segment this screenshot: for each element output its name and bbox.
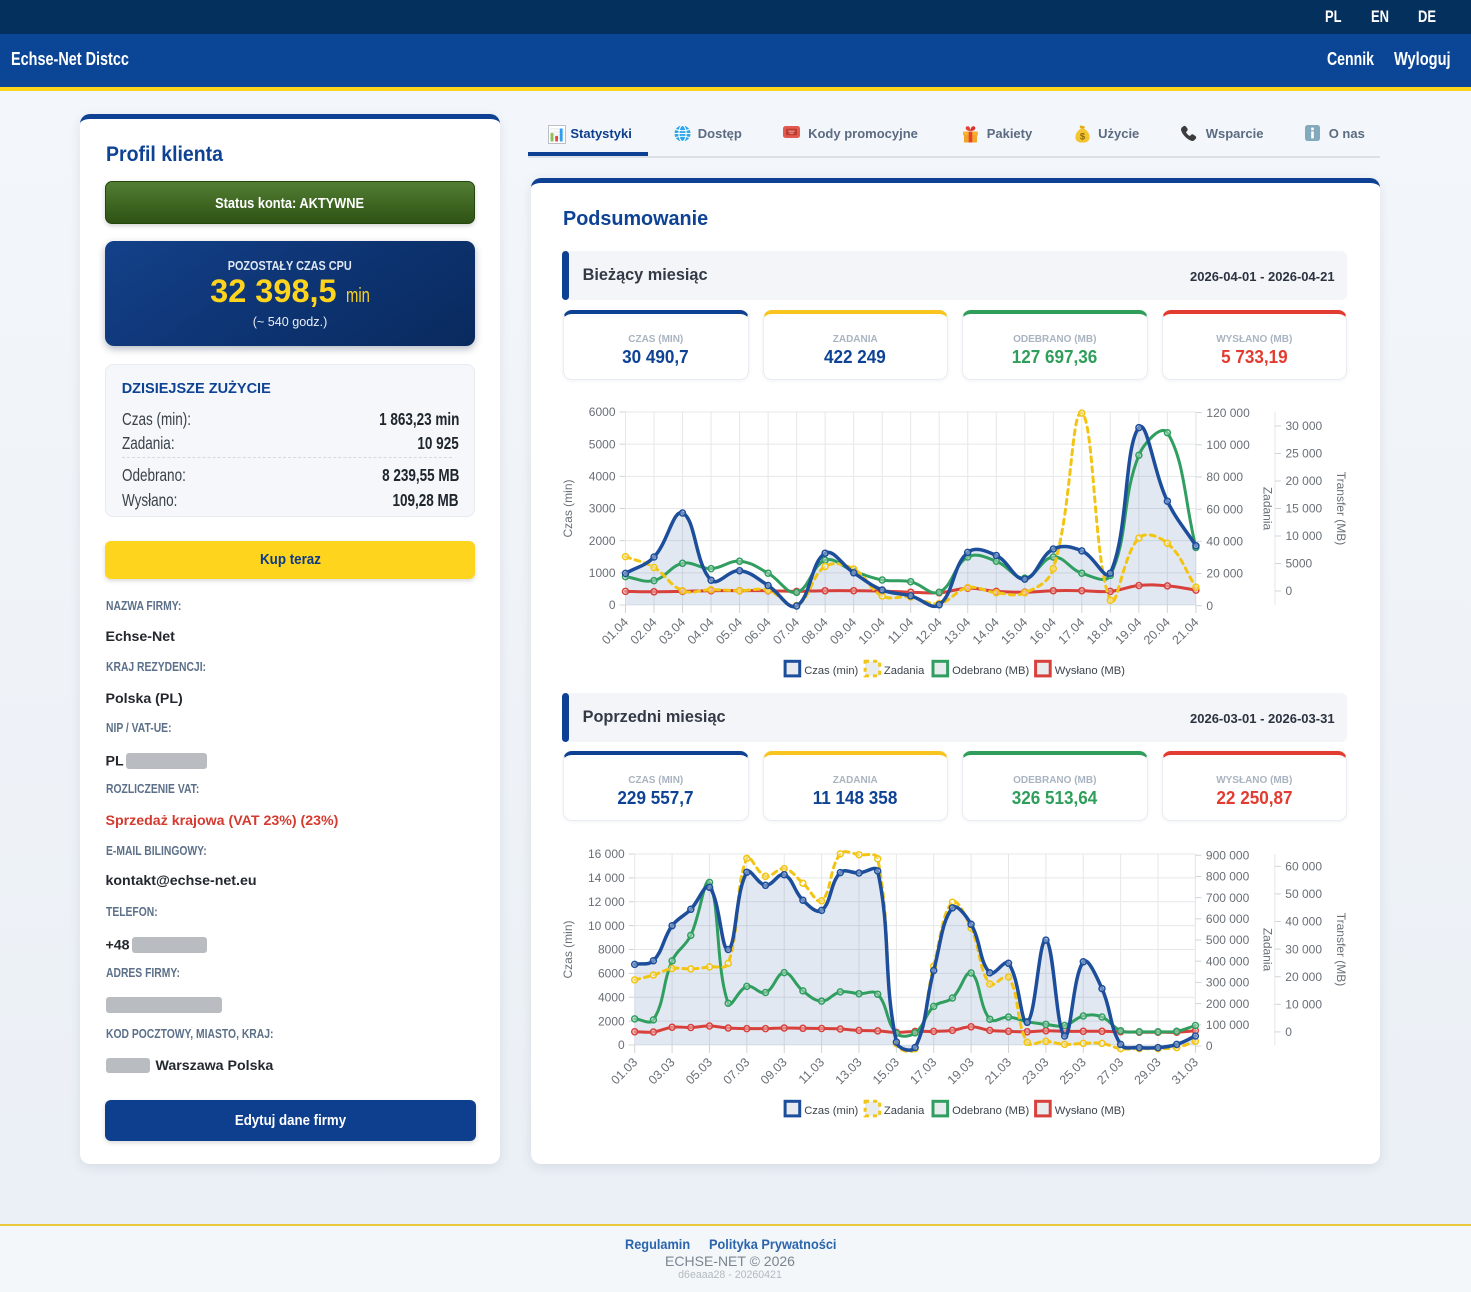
- svg-text:800 000: 800 000: [1206, 870, 1250, 884]
- svg-text:0: 0: [618, 1038, 625, 1052]
- svg-text:31.03: 31.03: [1169, 1055, 1201, 1087]
- svg-text:60 000: 60 000: [1285, 860, 1322, 874]
- svg-text:20 000: 20 000: [1286, 474, 1323, 488]
- svg-text:2000: 2000: [598, 1014, 625, 1028]
- svg-text:Zadania: Zadania: [1261, 928, 1275, 972]
- svg-text:Czas (min): Czas (min): [561, 479, 575, 537]
- svg-text:Czas (min): Czas (min): [804, 1105, 858, 1117]
- svg-text:1000: 1000: [589, 566, 616, 580]
- svg-text:19.03: 19.03: [945, 1055, 977, 1087]
- svg-text:40 000: 40 000: [1206, 535, 1243, 549]
- svg-text:03.03: 03.03: [646, 1055, 678, 1087]
- svg-text:0: 0: [609, 598, 616, 612]
- svg-text:80 000: 80 000: [1206, 470, 1243, 484]
- svg-text:5000: 5000: [589, 437, 616, 451]
- svg-text:03.04: 03.04: [656, 615, 688, 647]
- svg-text:14 000: 14 000: [588, 871, 625, 885]
- svg-text:6000: 6000: [589, 405, 616, 419]
- svg-text:19.04: 19.04: [1112, 615, 1144, 647]
- svg-text:10.04: 10.04: [856, 615, 888, 647]
- svg-text:11.04: 11.04: [885, 615, 916, 646]
- svg-text:14.04: 14.04: [970, 615, 1002, 647]
- svg-text:08.04: 08.04: [799, 615, 831, 647]
- svg-text:300 000: 300 000: [1206, 976, 1250, 990]
- svg-text:2000: 2000: [589, 534, 616, 548]
- svg-text:Zadania: Zadania: [1261, 487, 1275, 531]
- svg-text:500 000: 500 000: [1206, 933, 1250, 947]
- svg-text:900 000: 900 000: [1206, 848, 1250, 862]
- svg-text:23.03: 23.03: [1019, 1055, 1051, 1087]
- svg-text:07.03: 07.03: [720, 1055, 752, 1087]
- svg-text:Odebrano (MB): Odebrano (MB): [952, 1105, 1029, 1117]
- svg-text:3000: 3000: [589, 502, 616, 516]
- svg-text:17.03: 17.03: [907, 1055, 939, 1087]
- svg-text:60 000: 60 000: [1206, 502, 1243, 516]
- svg-text:11.03: 11.03: [796, 1055, 827, 1086]
- svg-text:07.04: 07.04: [770, 615, 802, 647]
- svg-text:4000: 4000: [598, 990, 625, 1004]
- svg-text:200 000: 200 000: [1206, 997, 1250, 1011]
- svg-text:8000: 8000: [598, 943, 625, 957]
- svg-text:15.03: 15.03: [870, 1055, 902, 1087]
- svg-text:16 000: 16 000: [588, 847, 625, 861]
- svg-text:6000: 6000: [598, 967, 625, 981]
- svg-text:20 000: 20 000: [1285, 970, 1322, 984]
- svg-text:01.03: 01.03: [608, 1055, 640, 1087]
- svg-text:05.03: 05.03: [683, 1055, 715, 1087]
- svg-text:06.04: 06.04: [742, 615, 774, 647]
- svg-text:0: 0: [1206, 599, 1213, 613]
- svg-text:20 000: 20 000: [1206, 567, 1243, 581]
- svg-text:Czas (min): Czas (min): [561, 920, 575, 978]
- svg-text:0: 0: [1206, 1039, 1213, 1053]
- svg-text:Wysłano (MB): Wysłano (MB): [1055, 665, 1125, 677]
- svg-text:Odebrano (MB): Odebrano (MB): [952, 665, 1029, 677]
- svg-text:$: $: [1079, 131, 1085, 142]
- svg-text:400 000: 400 000: [1206, 954, 1250, 968]
- svg-text:30 000: 30 000: [1285, 942, 1322, 956]
- svg-text:02.04: 02.04: [628, 615, 660, 647]
- svg-text:13.04: 13.04: [941, 615, 973, 647]
- svg-text:15.04: 15.04: [998, 615, 1030, 647]
- svg-text:21.03: 21.03: [982, 1055, 1014, 1087]
- svg-text:27.03: 27.03: [1094, 1055, 1126, 1087]
- svg-text:600 000: 600 000: [1206, 912, 1250, 926]
- svg-text:4000: 4000: [589, 470, 616, 484]
- svg-text:100 000: 100 000: [1206, 1018, 1250, 1032]
- svg-text:29.03: 29.03: [1132, 1055, 1164, 1087]
- svg-text:13.03: 13.03: [833, 1055, 865, 1087]
- svg-text:50 000: 50 000: [1285, 887, 1322, 901]
- svg-text:17.04: 17.04: [1055, 615, 1087, 647]
- svg-text:700 000: 700 000: [1206, 891, 1250, 905]
- svg-text:21.04: 21.04: [1170, 615, 1202, 647]
- svg-text:Wysłano (MB): Wysłano (MB): [1055, 1105, 1125, 1117]
- svg-text:16.04: 16.04: [1027, 615, 1059, 647]
- svg-text:20.04: 20.04: [1141, 615, 1173, 647]
- svg-text:05.04: 05.04: [713, 615, 745, 647]
- svg-text:09.04: 09.04: [827, 615, 859, 647]
- svg-text:04.04: 04.04: [685, 615, 717, 647]
- svg-text:Zadania: Zadania: [884, 1105, 925, 1117]
- svg-text:5000: 5000: [1286, 557, 1313, 571]
- svg-text:01.04: 01.04: [599, 615, 631, 647]
- svg-text:0: 0: [1286, 584, 1293, 598]
- svg-text:15 000: 15 000: [1286, 502, 1323, 516]
- svg-text:Transfer (MB): Transfer (MB): [1334, 472, 1348, 546]
- svg-text:25.03: 25.03: [1057, 1055, 1089, 1087]
- svg-text:Czas (min): Czas (min): [804, 665, 858, 677]
- svg-text:40 000: 40 000: [1285, 915, 1322, 929]
- svg-text:120 000: 120 000: [1206, 406, 1250, 420]
- svg-text:12 000: 12 000: [588, 895, 625, 909]
- svg-text:0: 0: [1285, 1025, 1292, 1039]
- svg-text:10 000: 10 000: [588, 919, 625, 933]
- svg-text:100 000: 100 000: [1206, 438, 1250, 452]
- svg-text:12.04: 12.04: [913, 615, 945, 647]
- svg-text:30 000: 30 000: [1286, 419, 1323, 433]
- svg-text:18.04: 18.04: [1084, 615, 1116, 647]
- svg-text:25 000: 25 000: [1286, 447, 1323, 461]
- svg-text:Transfer (MB): Transfer (MB): [1334, 913, 1348, 987]
- svg-text:10 000: 10 000: [1286, 529, 1323, 543]
- svg-text:09.03: 09.03: [758, 1055, 790, 1087]
- svg-text:10 000: 10 000: [1285, 998, 1322, 1012]
- svg-text:Zadania: Zadania: [884, 665, 925, 677]
